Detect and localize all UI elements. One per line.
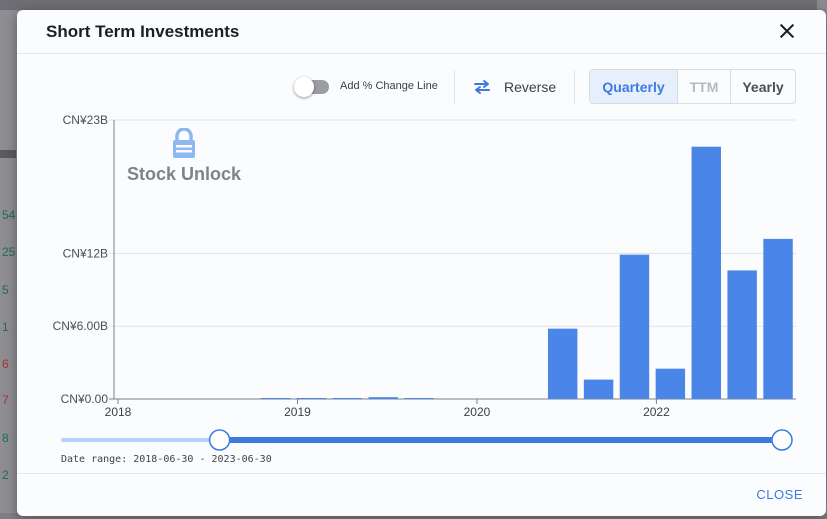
x-tick-label: 2022 (643, 405, 670, 419)
chart-bar (691, 146, 721, 399)
chart-bar (404, 398, 434, 399)
background-number: 54 (2, 208, 16, 222)
y-tick-label: CN¥6.00B (53, 319, 108, 333)
chart-bar (296, 398, 327, 399)
lock-icon (173, 128, 195, 158)
background-number: 5 (2, 283, 9, 297)
range-end-handle[interactable] (771, 429, 793, 451)
background-top-bar (0, 0, 827, 10)
background-number: 25 (2, 245, 16, 259)
background-number: 1 (2, 320, 9, 334)
date-range-label: Date range: 2018-06-30 - 2023-06-30 (61, 454, 272, 465)
close-button[interactable]: CLOSE (756, 487, 803, 502)
range-start-handle[interactable] (208, 429, 231, 451)
background-number: 6 (2, 357, 9, 371)
x-tick-label: 2019 (284, 405, 311, 419)
chart-bar (583, 379, 614, 399)
chart-bar (547, 328, 578, 399)
short-term-investments-modal: Short Term Investments Add % Change Line… (17, 10, 826, 516)
background-number: 2 (2, 468, 9, 482)
chart-bar (260, 398, 291, 399)
background-number: 8 (2, 431, 9, 445)
y-tick-label: CN¥0.00 (61, 392, 109, 406)
chart-bar (727, 270, 757, 399)
background-number: 7 (2, 393, 9, 407)
chart-bar (368, 397, 398, 399)
x-tick-label: 2020 (464, 405, 491, 419)
modal-footer: CLOSE (17, 473, 826, 516)
y-tick-label: CN¥23B (63, 113, 108, 127)
chart-bar (332, 398, 363, 399)
range-selected-track (219, 437, 782, 443)
chart-bar (655, 368, 686, 399)
bar-chart: CN¥23B CN¥12B CN¥6.00B CN¥0.002018 2019 2020 2… (53, 113, 796, 451)
x-tick-label: 2018 (105, 405, 132, 419)
y-tick-label: CN¥12B (63, 246, 108, 260)
chart-bar (619, 254, 650, 399)
background-band (0, 150, 16, 158)
chart-bar (763, 238, 793, 399)
watermark-text: Stock Unlock (127, 164, 242, 184)
